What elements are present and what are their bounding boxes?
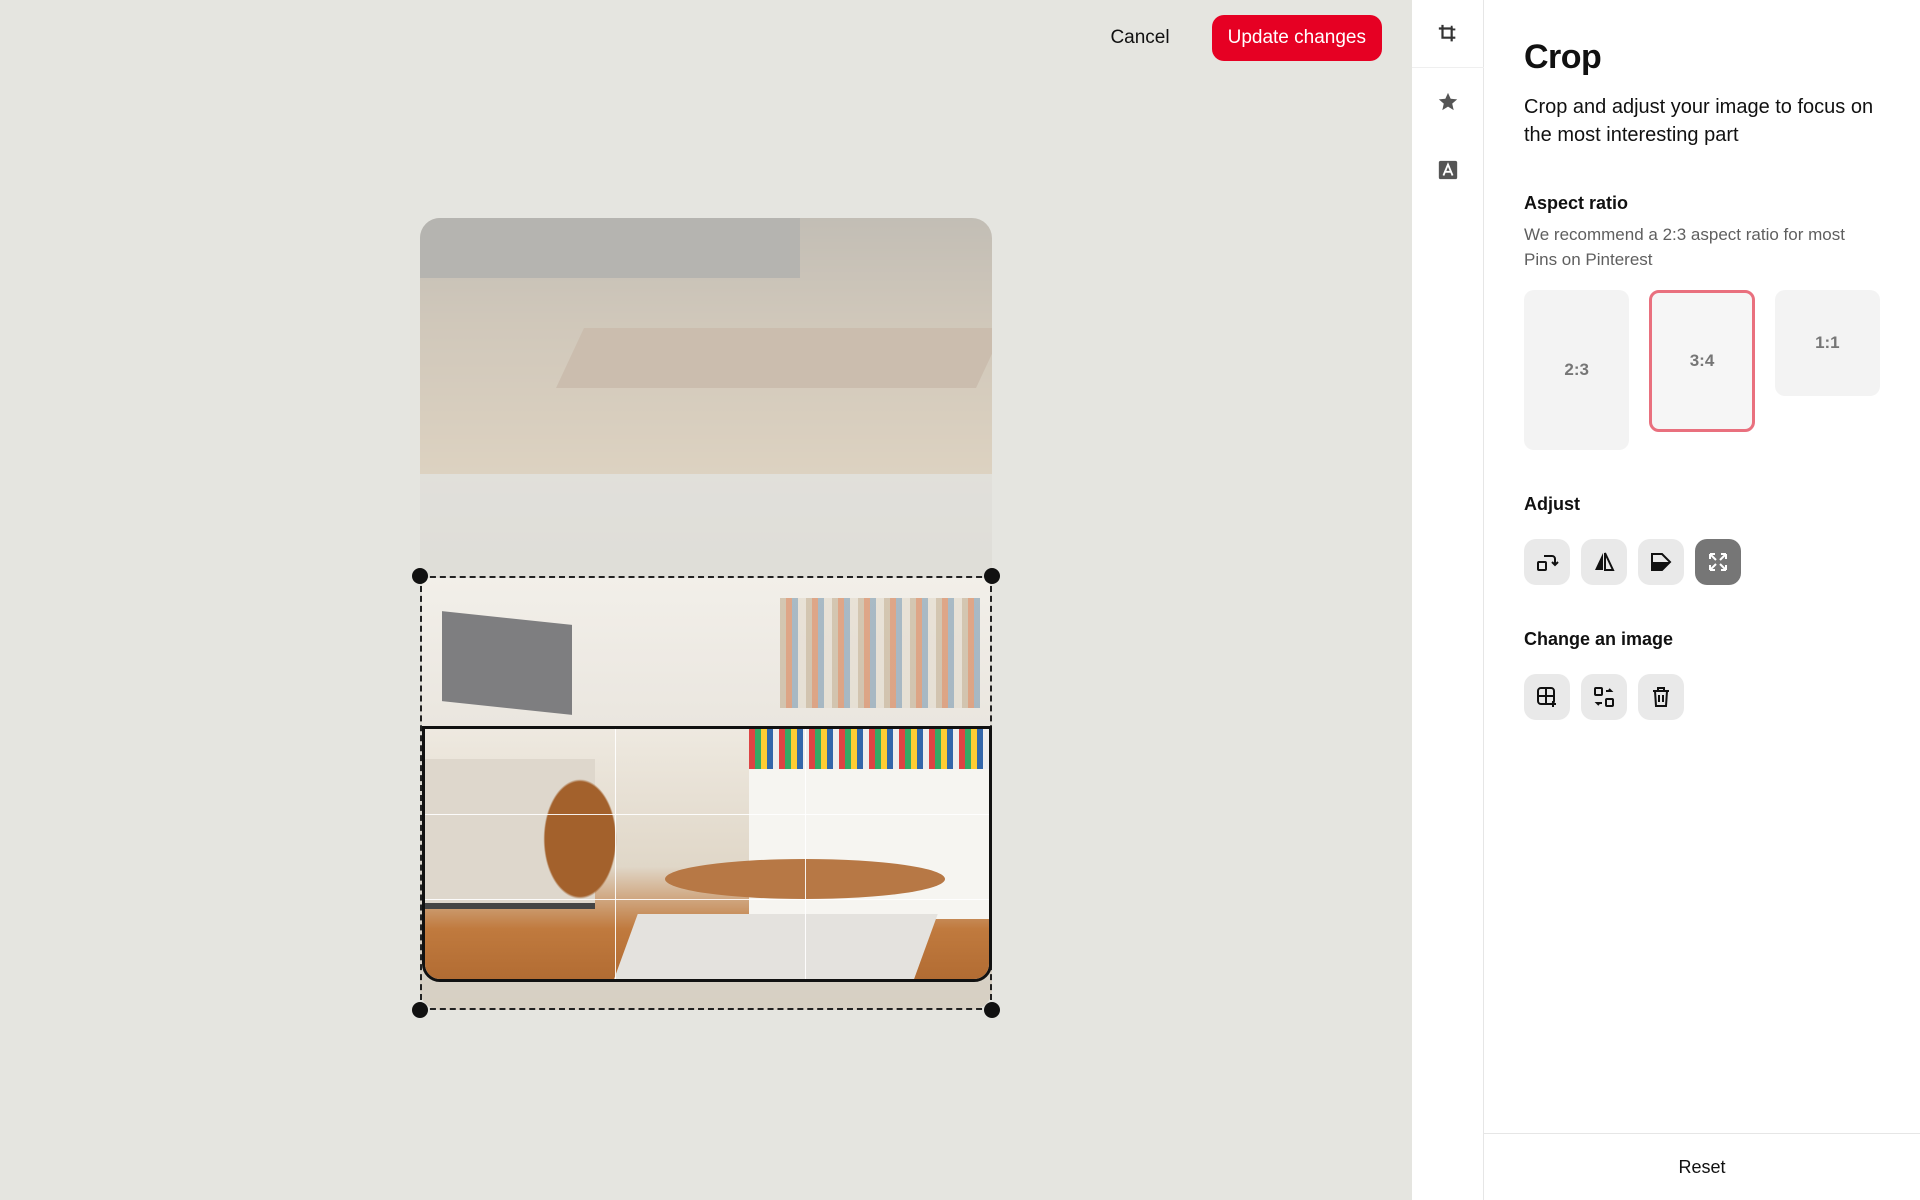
add-image-button[interactable] xyxy=(1524,674,1570,720)
reset-button[interactable]: Reset xyxy=(1678,1157,1725,1178)
crop-top-region xyxy=(422,578,990,728)
crop-grid-line xyxy=(425,814,989,815)
aspect-ratio-2-3[interactable]: 2:3 xyxy=(1524,290,1630,450)
aspect-ratio-3-4[interactable]: 3:4 xyxy=(1649,290,1755,432)
crop-panel: Crop Crop and adjust your image to focus… xyxy=(1484,0,1920,1200)
replace-image-icon xyxy=(1594,687,1614,707)
fit-icon xyxy=(1709,553,1727,571)
crop-frame[interactable] xyxy=(420,576,992,1010)
photo-books xyxy=(749,729,989,769)
photo-dining-table xyxy=(556,328,992,388)
rotate-button[interactable] xyxy=(1524,539,1570,585)
editor-canvas: Cancel Update changes xyxy=(0,0,1412,1200)
crop-icon xyxy=(1438,24,1456,41)
replace-image-button[interactable] xyxy=(1581,674,1627,720)
crop-grid-line xyxy=(425,899,989,900)
panel-footer: Reset xyxy=(1484,1133,1920,1200)
tool-rail xyxy=(1412,0,1484,1200)
change-image-tools xyxy=(1524,674,1880,720)
crop-grid-line xyxy=(805,729,806,979)
photo-cabinet xyxy=(420,218,800,278)
top-actions: Cancel Update changes xyxy=(1090,15,1382,61)
panel-description: Crop and adjust your image to focus on t… xyxy=(1524,96,1874,146)
mirror-icon xyxy=(1651,553,1672,571)
rail-stickers-tool[interactable] xyxy=(1412,68,1484,136)
photo-tv xyxy=(442,611,572,715)
flip-button[interactable] xyxy=(1581,539,1627,585)
star-icon xyxy=(1438,92,1458,111)
rail-text-tool[interactable] xyxy=(1412,136,1484,204)
trash-icon xyxy=(1653,687,1669,707)
aspect-ratio-options: 2:3 3:4 1:1 xyxy=(1524,290,1881,450)
crop-handle-bottom-right[interactable] xyxy=(984,1002,1000,1018)
change-image-title: Change an image xyxy=(1524,629,1674,649)
aspect-ratio-1-1[interactable]: 1:1 xyxy=(1774,290,1881,396)
crop-grid-line xyxy=(615,729,616,979)
fit-button[interactable] xyxy=(1695,539,1741,585)
photo-chair xyxy=(525,779,635,929)
photo-area xyxy=(412,218,1000,1018)
rail-crop-tool[interactable] xyxy=(1412,0,1484,68)
update-changes-button[interactable]: Update changes xyxy=(1211,15,1382,61)
rotate-icon xyxy=(1537,555,1559,571)
mirror-button[interactable] xyxy=(1638,539,1684,585)
panel-title: Crop xyxy=(1524,38,1602,76)
photo-rug xyxy=(612,914,938,979)
aspect-ratio-subtitle: We recommend a 2:3 aspect ratio for most… xyxy=(1524,225,1845,269)
photo-kitchen xyxy=(420,218,992,474)
cancel-button[interactable]: Cancel xyxy=(1090,15,1189,61)
crop-handle-bottom-left[interactable] xyxy=(412,1002,428,1018)
photo-living-room xyxy=(425,729,989,979)
adjust-tools xyxy=(1524,539,1880,585)
aspect-ratio-title: Aspect ratio xyxy=(1524,193,1629,213)
photo-bookshelf xyxy=(780,598,980,708)
adjust-title: Adjust xyxy=(1524,494,1580,514)
add-image-icon xyxy=(1537,687,1556,707)
delete-image-button[interactable] xyxy=(1638,674,1684,720)
crop-visible-region[interactable] xyxy=(422,726,992,982)
text-icon xyxy=(1438,160,1458,180)
crop-handle-top-right[interactable] xyxy=(984,568,1000,584)
crop-handle-top-left[interactable] xyxy=(412,568,428,584)
flip-icon xyxy=(1595,552,1615,571)
